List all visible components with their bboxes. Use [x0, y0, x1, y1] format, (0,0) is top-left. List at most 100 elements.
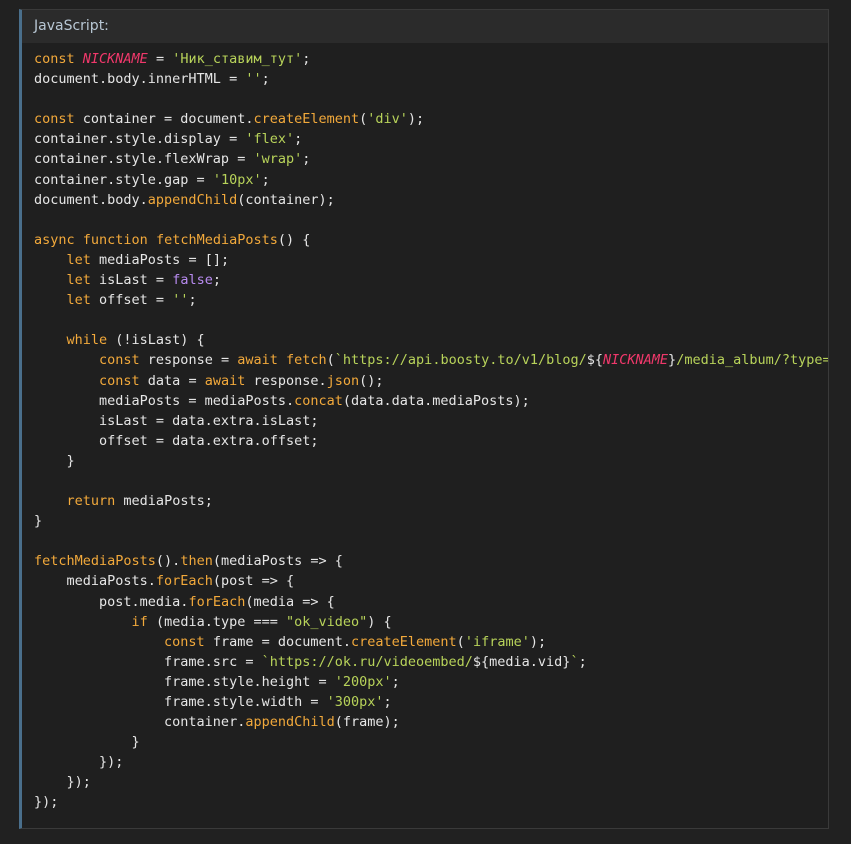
- code-token: appendChild: [245, 714, 335, 731]
- code-token: `: [570, 653, 579, 670]
- code-line: container.style.gap = '10px';: [34, 170, 828, 190]
- code-token: appendChild: [147, 191, 238, 208]
- code-token: isLast = data.extra.isLast;: [34, 412, 319, 429]
- code-line: container.style.flexWrap = 'wrap';: [34, 149, 828, 169]
- code-token: json: [326, 372, 360, 389]
- code-token: ;: [302, 51, 311, 67]
- code-line: frame.style.height = '200px';: [34, 672, 828, 692]
- code-token: fetchMediaPosts: [155, 231, 278, 248]
- code-token: (post => {: [212, 573, 295, 590]
- code-token: return: [66, 493, 116, 510]
- code-token: async: [34, 231, 75, 248]
- code-token: 'wrap': [253, 151, 303, 168]
- code-token: frame.src =: [34, 653, 262, 670]
- code-line: frame.src = `https://ok.ru/videoembed/${…: [34, 652, 828, 672]
- code-token: '300px': [326, 694, 384, 710]
- code-line: frame.style.width = '300px';: [34, 692, 828, 712]
- code-token: mediaPosts.: [34, 573, 156, 590]
- code-token: mediaPosts = mediaPosts.: [34, 392, 295, 409]
- code-token: const: [164, 633, 205, 650]
- code-token: "ok_video": [285, 613, 368, 630]
- code-token: let: [66, 251, 91, 268]
- code-token: container.: [34, 714, 246, 731]
- code-token: }: [668, 352, 677, 369]
- code-token: then: [180, 553, 213, 570]
- code-line: let isLast = false;: [34, 270, 828, 290]
- code-token: NICKNAME: [82, 51, 148, 67]
- code-token: await: [204, 372, 246, 389]
- code-token: offset = data.extra.offset;: [34, 432, 319, 449]
- code-line: });: [34, 772, 828, 792]
- code-line: }: [34, 511, 828, 531]
- code-token: container.style.flexWrap =: [34, 151, 254, 168]
- code-line: isLast = data.extra.isLast;: [34, 411, 828, 431]
- code-token: (media => {: [245, 593, 335, 610]
- code-line: }: [34, 732, 828, 752]
- code-token: let: [66, 272, 91, 289]
- code-token: ;: [383, 694, 392, 710]
- code-token: 'flex': [245, 131, 295, 148]
- code-token: (media.type ===: [147, 613, 286, 630]
- code-line: if (media.type === "ok_video") {: [34, 612, 828, 632]
- code-token: concat: [294, 392, 343, 409]
- code-token: ;: [578, 653, 587, 670]
- code-token: ;: [294, 131, 303, 148]
- code-token: mediaPosts;: [115, 493, 213, 510]
- code-line: const container = document.createElement…: [34, 109, 828, 129]
- code-token: forEach: [155, 573, 213, 590]
- code-line: container.appendChild(frame);: [34, 712, 828, 732]
- code-token: ().: [155, 553, 181, 570]
- code-token: (mediaPosts => {: [212, 553, 343, 570]
- code-token: (frame);: [334, 714, 400, 731]
- code-token: ;: [261, 171, 270, 188]
- code-token: response.: [245, 372, 327, 389]
- code-listing[interactable]: const NICKNAME = 'Ник_ставим_тут'; docume…: [22, 43, 828, 813]
- code-line: }: [34, 451, 828, 471]
- code-token: data =: [139, 372, 205, 389]
- code-token: fetchMediaPosts: [34, 553, 156, 570]
- code-line: let offset = '';: [34, 290, 828, 310]
- code-line: document.body.innerHTML = '';: [34, 69, 828, 89]
- code-language-label: JavaScript:: [22, 10, 828, 43]
- code-token: const: [34, 51, 75, 67]
- code-token: 'Ник_ставим_тут': [172, 51, 303, 67]
- code-token: `https://ok.ru/videoembed/: [261, 653, 473, 670]
- code-line: mediaPosts = mediaPosts.concat(data.data…: [34, 391, 828, 411]
- code-token: '10px': [212, 171, 262, 188]
- code-token: ) {: [367, 613, 392, 630]
- code-token: }: [34, 734, 140, 751]
- code-token: =: [147, 51, 173, 67]
- code-token: false: [172, 272, 213, 289]
- code-line: const response = await fetch(`https://ap…: [34, 350, 828, 370]
- code-line: mediaPosts.forEach(post => {: [34, 571, 828, 591]
- code-token: '': [245, 71, 262, 88]
- code-token: ${media.vid}: [472, 653, 571, 670]
- code-line: container.style.display = 'flex';: [34, 129, 828, 149]
- code-token: 'div': [367, 111, 408, 128]
- code-token: ;: [302, 151, 311, 168]
- code-token: const: [99, 352, 140, 369]
- code-line: const NICKNAME = 'Ник_ставим_тут';: [34, 49, 828, 69]
- code-token: ${: [586, 352, 604, 369]
- code-line: async function fetchMediaPosts() {: [34, 230, 828, 250]
- code-token: '': [172, 292, 189, 309]
- code-token: function: [82, 231, 148, 248]
- code-token: );: [407, 111, 425, 128]
- code-line: post.media.forEach(media => {: [34, 592, 828, 612]
- code-token: }: [34, 513, 43, 530]
- code-token: isLast =: [90, 272, 173, 289]
- code-token: );: [529, 633, 547, 650]
- code-line: fetchMediaPosts().then(mediaPosts => {: [34, 551, 828, 571]
- code-body[interactable]: const NICKNAME = 'Ник_ставим_тут'; docume…: [22, 43, 828, 828]
- code-token: container.style.display =: [34, 131, 246, 148]
